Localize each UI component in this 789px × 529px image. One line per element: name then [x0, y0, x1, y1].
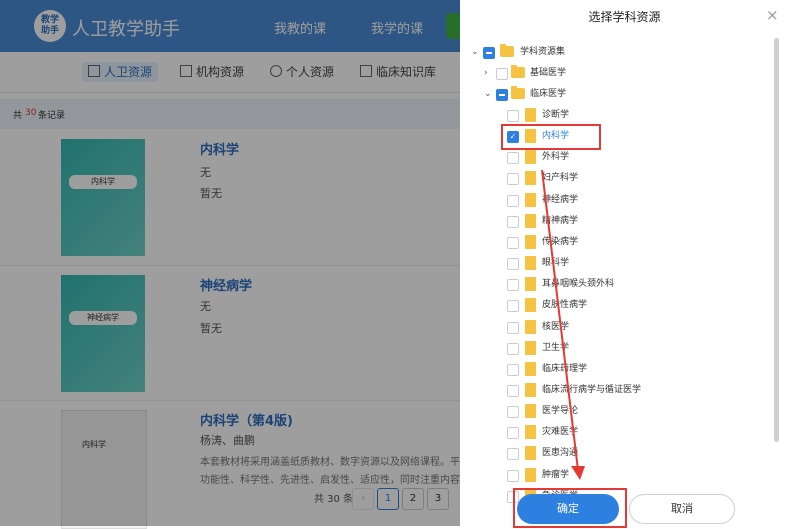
annotation-arrow [541, 169, 585, 480]
cancel-button[interactable]: 取消 [629, 494, 735, 524]
annotation-button-box [513, 488, 627, 528]
